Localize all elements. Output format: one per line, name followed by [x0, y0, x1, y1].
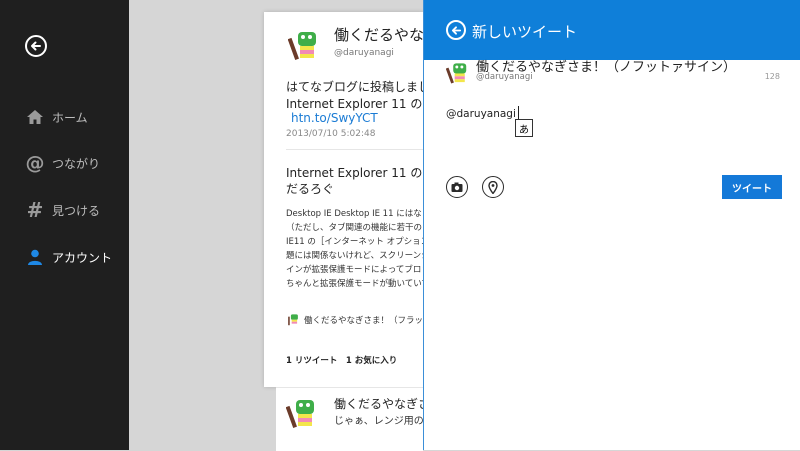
location-button[interactable] [482, 176, 504, 198]
embed-body-line: インが拡張保護モードによってブロック [286, 265, 423, 275]
home-icon [24, 106, 46, 128]
sidebar-item-connect[interactable]: @ つながり [24, 148, 101, 178]
back-button[interactable] [25, 35, 47, 57]
divider [286, 149, 423, 150]
new-tweet-panel: 新しいツイート 働くだるやなぎさま！（ノフットァサイン） @daruyanagi… [423, 0, 800, 450]
user-name: 働くだるやなぎさま！ [334, 397, 423, 411]
sidebar-item-label: 見つける [52, 203, 101, 218]
sidebar-item-label: アカウント [52, 250, 113, 265]
ime-candidate: あ [515, 119, 533, 137]
tweet-text: はてなブログに投稿しました [286, 80, 423, 94]
embed-body-line: 題には関係ないけれど、スクリーンショット [286, 251, 423, 261]
sidebar-item-home[interactable]: ホーム [24, 102, 88, 132]
tweet-text: Internet Explorer 11 のユーザーエージェント [286, 97, 423, 111]
panel-back-button[interactable] [446, 20, 466, 40]
compose-user-handle: @daruyanagi [476, 72, 533, 82]
text-cursor [517, 106, 519, 119]
arrow-left-icon [31, 41, 41, 51]
tweet-text-value: @daruyanagi [446, 108, 516, 120]
sidebar-item-label: ホーム [52, 110, 88, 125]
char-counter: 128 [764, 72, 780, 81]
person-icon [24, 246, 46, 268]
embed-author: 働くだるやなぎさま！（フラットデザイン） [304, 316, 423, 326]
avatar [286, 400, 314, 428]
hashtag-icon: # [26, 198, 44, 222]
tweet-card[interactable]: 働くだるやなぎさま！（フラットデザイン） @daruyanagi はてなブログに… [264, 12, 423, 387]
camera-icon [451, 182, 463, 192]
panel-header: 新しいツイート [424, 0, 800, 60]
tweet-timestamp: 2013/07/10 5:02:48 [286, 129, 376, 139]
embed-site: だるろぐ [286, 182, 335, 196]
tweet-text: じゃぁ、レンジ用のあれ [334, 416, 423, 427]
panel-title: 新しいツイート [472, 23, 578, 41]
tweet-button[interactable]: ツイート [722, 175, 782, 199]
embed-title[interactable]: Internet Explorer 11 のユーザーエージェントって [286, 164, 423, 181]
app-sidebar: ホーム @ つながり # 見つける アカウント [0, 0, 129, 450]
user-handle: @daruyanagi [334, 48, 394, 58]
embed-body-line: （ただし、タブ関連の機能に若干の [286, 223, 423, 233]
avatar [446, 63, 467, 84]
user-name: 働くだるやなぎさま！（フラットデザイン） [334, 26, 423, 44]
embed-body-line: IE11 の［インターネット オプション］ [286, 237, 423, 247]
tweet-card[interactable]: 働くだるやなぎさま！ じゃぁ、レンジ用のあれ [276, 387, 423, 451]
arrow-left-icon [451, 25, 461, 35]
sidebar-item-account[interactable]: アカウント [24, 242, 112, 272]
location-pin-icon [488, 180, 498, 194]
avatar [288, 32, 316, 60]
avatar [288, 314, 298, 326]
embed-body-line: ちゃんと拡張保護モードが動いていて [286, 279, 423, 289]
camera-button[interactable] [446, 176, 468, 198]
tweet-stats: 1 リツイート 1 お気に入り [286, 356, 398, 366]
at-icon: @ [25, 152, 45, 174]
tweet-link[interactable]: htn.to/SwyYCT [291, 111, 378, 125]
sidebar-item-discover[interactable]: # 見つける [24, 195, 100, 225]
tweet-textarea[interactable]: @daruyanagi [446, 102, 776, 162]
embed-body-line: Desktop IE Desktop IE 11 にはなって [286, 209, 423, 219]
sidebar-item-label: つながり [52, 156, 101, 171]
